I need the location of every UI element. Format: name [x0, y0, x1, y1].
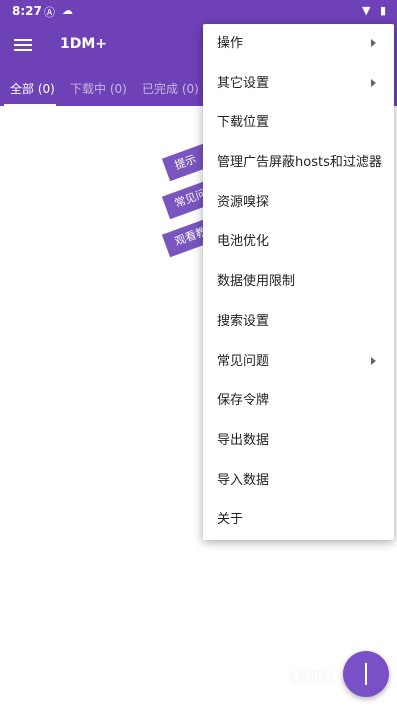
menu-item-import-data[interactable]: 导入数据 — [203, 461, 394, 501]
wifi-icon: ▼ — [362, 4, 371, 17]
tab-downloading[interactable]: 下载中 (0) — [70, 80, 127, 97]
menu-item-actions[interactable]: 操作 — [203, 24, 394, 64]
plus-icon — [365, 663, 367, 685]
tab-completed[interactable]: 已完成 (0) — [142, 80, 199, 97]
menu-item-label: 导入数据 — [217, 472, 270, 488]
app-title: 1DM+ — [60, 36, 108, 52]
battery-icon: ▮ — [380, 4, 387, 17]
menu-item-label: 常见问题 — [217, 353, 270, 369]
menu-item-save-token[interactable]: 保存令牌 — [203, 381, 394, 421]
status-bar: 8:27 Ⓐ ☁ ▼ ▮ — [0, 0, 397, 24]
menu-item-label: 保存令牌 — [217, 393, 270, 409]
menu-item-label: 操作 — [217, 36, 244, 51]
menu-item-label: 导出数据 — [217, 432, 270, 448]
active-tab-indicator — [4, 104, 56, 106]
submenu-arrow-icon — [371, 39, 376, 47]
menu-item-faq[interactable]: 常见问题 — [203, 342, 394, 382]
menu-item-label: 管理广告屏蔽hosts和过滤器 — [217, 155, 382, 171]
cloud-icon: ☁ — [62, 4, 73, 17]
menu-item-label: 资源嗅探 — [217, 194, 270, 210]
add-download-fab[interactable] — [343, 651, 389, 697]
menu-item-export-data[interactable]: 导出数据 — [203, 421, 394, 461]
menu-item-label: 关于 — [217, 512, 244, 528]
menu-item-data-usage-limit[interactable]: 数据使用限制 — [203, 262, 394, 302]
menu-item-label: 其它设置 — [217, 75, 270, 91]
menu-item-search-settings[interactable]: 搜索设置 — [203, 302, 394, 342]
overflow-menu: 操作 其它设置 下载位置 管理广告屏蔽hosts和过滤器 资源嗅探 电池优化 数… — [203, 24, 394, 540]
menu-item-label: 搜索设置 — [217, 313, 270, 329]
tab-all[interactable]: 全部 (0) — [10, 80, 55, 97]
hamburger-menu-icon[interactable] — [14, 39, 32, 51]
menu-item-about[interactable]: 关于 — [203, 500, 394, 540]
submenu-arrow-icon — [371, 356, 376, 365]
tip-label: 提示 — [173, 152, 199, 173]
a-icon: Ⓐ — [44, 6, 55, 19]
menu-item-battery-optimization[interactable]: 电池优化 — [203, 222, 394, 262]
menu-item-label: 数据使用限制 — [217, 274, 296, 290]
menu-item-adblock-hosts[interactable]: 管理广告屏蔽hosts和过滤器 — [203, 143, 394, 183]
menu-item-other-settings[interactable]: 其它设置 — [203, 64, 394, 104]
menu-item-label: 下载位置 — [217, 115, 270, 131]
watermark-text: com — [290, 662, 333, 689]
submenu-arrow-icon — [371, 78, 376, 87]
menu-item-label: 电池优化 — [217, 234, 270, 250]
menu-item-download-location[interactable]: 下载位置 — [203, 103, 394, 143]
menu-item-resource-sniffer[interactable]: 资源嗅探 — [203, 183, 394, 223]
status-time: 8:27 — [12, 4, 42, 18]
